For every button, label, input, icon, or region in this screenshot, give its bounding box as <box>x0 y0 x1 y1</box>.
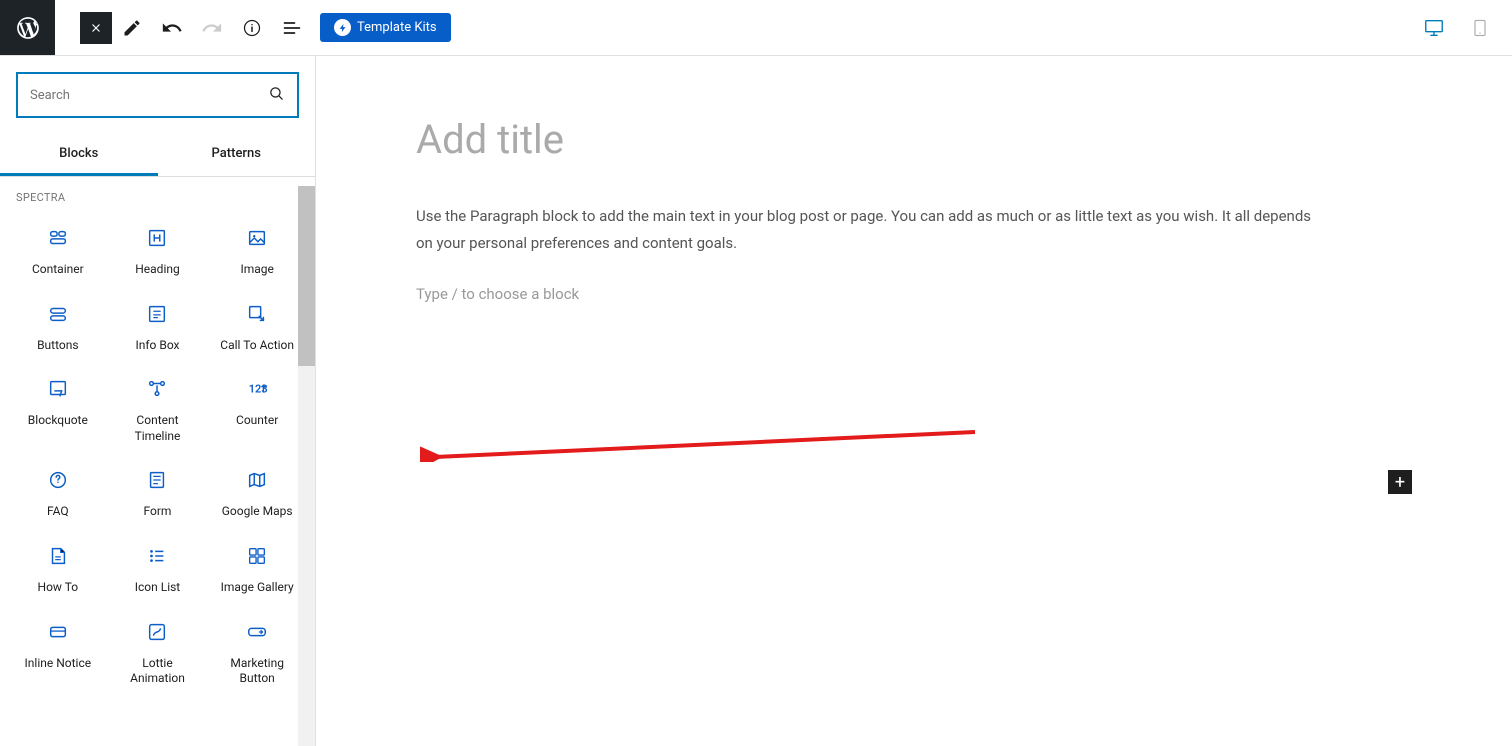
mbutton-icon <box>245 620 269 644</box>
scrollbar-thumb[interactable] <box>298 186 315 366</box>
paragraph-block[interactable]: Use the Paragraph block to add the main … <box>416 203 1316 257</box>
iconlist-icon <box>145 544 169 568</box>
close-icon <box>89 21 103 35</box>
block-label: Heading <box>135 262 180 278</box>
block-item-timeline[interactable]: Content Timeline <box>108 363 208 454</box>
faq-icon <box>46 468 70 492</box>
block-label: Counter <box>236 413 278 429</box>
tablet-view-button[interactable] <box>1462 10 1498 46</box>
desktop-icon <box>1423 17 1445 39</box>
list-icon <box>282 18 302 38</box>
block-group-title: SPECTRA <box>8 177 307 212</box>
block-item-maps[interactable]: Google Maps <box>207 454 307 530</box>
redo-icon <box>201 17 223 39</box>
block-label: Marketing Button <box>213 656 301 687</box>
plus-icon: + <box>1395 472 1405 493</box>
wordpress-icon <box>15 15 41 41</box>
add-block-button[interactable]: + <box>1388 470 1412 494</box>
pencil-icon <box>122 18 142 38</box>
block-inserter-sidebar: Blocks Patterns SPECTRA Container Heading… <box>0 56 316 746</box>
block-item-container[interactable]: Container <box>8 212 108 288</box>
undo-button[interactable] <box>154 10 190 46</box>
heading-icon <box>145 226 169 250</box>
block-item-heading[interactable]: Heading <box>108 212 208 288</box>
toolbar-right <box>1414 10 1512 46</box>
cta-icon <box>245 302 269 326</box>
block-label: Info Box <box>135 338 179 354</box>
infobox-icon <box>145 302 169 326</box>
block-label: FAQ <box>47 504 69 520</box>
top-toolbar: Template Kits <box>0 0 1512 56</box>
block-label: Container <box>32 262 84 278</box>
editor-canvas: Add title Use the Paragraph block to add… <box>316 56 1512 746</box>
block-label: Call To Action <box>220 338 294 354</box>
block-label: Content Timeline <box>114 413 202 444</box>
image-icon <box>245 226 269 250</box>
template-kits-label: Template Kits <box>357 20 437 35</box>
search-icon <box>268 85 285 106</box>
block-label: Blockquote <box>28 413 88 429</box>
search-input[interactable] <box>30 88 268 103</box>
template-kits-icon <box>334 19 351 36</box>
block-item-form[interactable]: Form <box>108 454 208 530</box>
block-item-howto[interactable]: How To <box>8 530 108 606</box>
block-item-blockquote[interactable]: Blockquote <box>8 363 108 454</box>
block-item-buttons[interactable]: Buttons <box>8 288 108 364</box>
close-inserter-button[interactable] <box>80 12 112 44</box>
block-label: Buttons <box>37 338 79 354</box>
block-item-faq[interactable]: FAQ <box>8 454 108 530</box>
block-item-gallery[interactable]: Image Gallery <box>207 530 307 606</box>
block-label: Image Gallery <box>221 580 294 596</box>
block-label: Inline Notice <box>25 656 92 672</box>
page-title[interactable]: Add title <box>416 116 1412 163</box>
template-kits-button[interactable]: Template Kits <box>320 13 451 42</box>
block-label: Icon List <box>135 580 181 596</box>
block-appender[interactable]: Type / to choose a block <box>416 285 1412 303</box>
block-item-mbutton[interactable]: Marketing Button <box>207 606 307 697</box>
container-icon <box>46 226 70 250</box>
inserter-tabs: Blocks Patterns <box>0 134 315 177</box>
block-label: Image <box>240 262 273 278</box>
block-label: Google Maps <box>222 504 293 520</box>
edit-tool-button[interactable] <box>114 10 150 46</box>
block-item-lottie[interactable]: Lottie Animation <box>108 606 208 697</box>
notice-icon <box>46 620 70 644</box>
undo-icon <box>161 17 183 39</box>
desktop-view-button[interactable] <box>1416 10 1452 46</box>
svg-text:123: 123 <box>249 383 268 396</box>
block-search-box[interactable] <box>16 72 299 118</box>
tab-blocks[interactable]: Blocks <box>0 134 158 176</box>
redo-button[interactable] <box>194 10 230 46</box>
block-label: How To <box>38 580 79 596</box>
blocks-list: SPECTRA Container Heading Image Buttons Info… <box>0 177 315 746</box>
info-icon <box>242 18 262 38</box>
info-button[interactable] <box>234 10 270 46</box>
counter-icon: 123 <box>245 377 269 401</box>
lottie-icon <box>145 620 169 644</box>
block-item-notice[interactable]: Inline Notice <box>8 606 108 697</box>
block-item-iconlist[interactable]: Icon List <box>108 530 208 606</box>
block-item-image[interactable]: Image <box>207 212 307 288</box>
gallery-icon <box>245 544 269 568</box>
maps-icon <box>245 468 269 492</box>
block-label: Lottie Animation <box>114 656 202 687</box>
outline-button[interactable] <box>274 10 310 46</box>
buttons-icon <box>46 302 70 326</box>
block-item-cta[interactable]: Call To Action <box>207 288 307 364</box>
form-icon <box>145 468 169 492</box>
block-label: Form <box>144 504 172 520</box>
howto-icon <box>46 544 70 568</box>
block-item-counter[interactable]: 123 Counter <box>207 363 307 454</box>
timeline-icon <box>145 377 169 401</box>
sidebar-scrollbar[interactable] <box>298 186 315 746</box>
wordpress-logo[interactable] <box>0 0 55 55</box>
tab-patterns[interactable]: Patterns <box>158 134 316 176</box>
blockquote-icon <box>46 377 70 401</box>
block-item-infobox[interactable]: Info Box <box>108 288 208 364</box>
tablet-icon <box>1470 18 1490 38</box>
